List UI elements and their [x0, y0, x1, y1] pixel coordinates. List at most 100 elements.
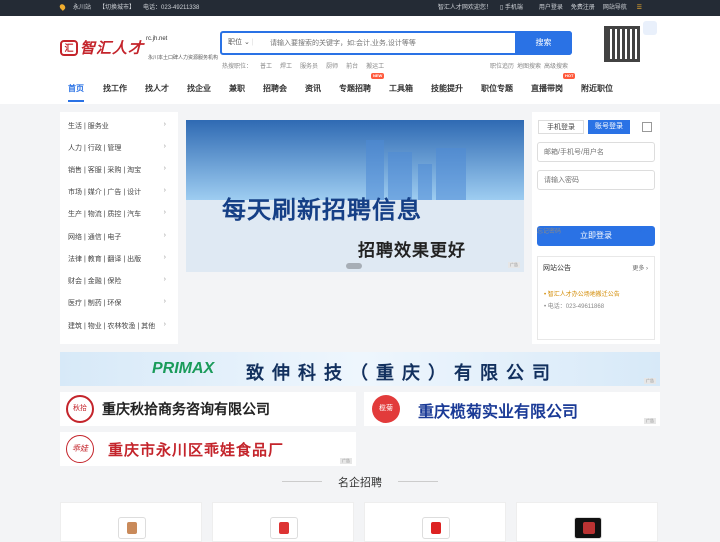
- company-card[interactable]: [516, 502, 658, 542]
- mobile-link[interactable]: ▯ 手机端: [500, 5, 531, 11]
- ad-tag: 广告: [644, 418, 656, 424]
- category-sidebar: 生活 | 服务业 › 人力 | 行政 | 管理 › 销售 | 客服 | 采购 | 淘…: [60, 112, 178, 344]
- category-item[interactable]: 财会 | 金融 | 保险 ›: [68, 276, 172, 288]
- category-item[interactable]: 法律 | 教育 | 翻译 | 出版 ›: [68, 254, 172, 266]
- chevron-right-icon: ›: [163, 254, 166, 261]
- nav-item-jobs[interactable]: 找工作: [103, 82, 127, 96]
- chevron-right-icon: ›: [163, 121, 166, 128]
- nav-item-talent[interactable]: 找人才: [145, 82, 169, 96]
- hot-searches: 热搜职位： 普工 焊工 服务员 厨师 前台 搬运工: [222, 61, 392, 70]
- category-item[interactable]: 建筑 | 物业 | 农林牧渔 | 其他 ›: [68, 321, 172, 333]
- category-item[interactable]: 医疗 | 制药 | 环保 ›: [68, 298, 172, 310]
- chevron-right-icon: ›: [163, 298, 166, 305]
- nav-item-skills[interactable]: 技能提升: [431, 82, 463, 96]
- notice-item[interactable]: • 电话：023-49611868: [544, 301, 604, 310]
- category-item[interactable]: 生产 | 物流 | 质控 | 汽车 ›: [68, 209, 172, 221]
- company-logo-icon: [279, 522, 289, 534]
- search-input[interactable]: [270, 36, 510, 50]
- hot-item[interactable]: 焊工: [280, 64, 292, 70]
- category-item[interactable]: 人力 | 行政 | 管理 ›: [68, 143, 172, 155]
- hot-badge: HOT: [563, 73, 576, 79]
- search-button[interactable]: 搜索: [515, 31, 572, 55]
- logo-mark-icon: 汇: [60, 40, 78, 56]
- site-logo[interactable]: 汇 智汇人才 rc.jh.net 永川本土口碑人力资源服务机构: [60, 34, 218, 74]
- site-nav-link[interactable]: 网站导航 ☰: [603, 5, 650, 11]
- user-login-link[interactable]: 用户登录: [539, 5, 563, 11]
- notice-title: 网站公告: [543, 265, 571, 272]
- nav-item-live[interactable]: 直播带岗 HOT: [531, 73, 576, 96]
- section-title-text: 名企招聘: [338, 477, 382, 489]
- free-register-link[interactable]: 免费注册: [571, 5, 595, 11]
- hero-banner[interactable]: 每天刷新招聘信息 招聘效果更好 广告: [186, 120, 524, 272]
- ad-tag: 广告: [340, 458, 352, 464]
- register-link[interactable]: 注册账号: [631, 226, 655, 235]
- ad-banner-guaiwa[interactable]: 乖娃 重庆市永川区乖娃食品厂 广告: [60, 432, 356, 466]
- notice-text: 智汇人才办公场地搬迁公告: [547, 292, 620, 298]
- company-logo: [270, 517, 298, 539]
- hot-item[interactable]: 搬运工: [366, 64, 384, 70]
- category-label: 建筑 | 物业 | 农林牧渔 | 其他: [68, 323, 156, 330]
- nav-item-job-topics[interactable]: 职位专题: [481, 82, 513, 96]
- site-nav-label: 网站导航: [602, 5, 627, 11]
- search-link[interactable]: 高级搜索: [544, 64, 568, 70]
- nav-item-nearby[interactable]: 附近职位: [581, 82, 613, 96]
- company-logo-icon: [431, 522, 441, 534]
- hot-item[interactable]: 普工: [260, 64, 272, 70]
- ad-banner-zhishen[interactable]: PRIMAX 致伸科技（重庆）有限公司 广告: [60, 352, 660, 386]
- notice-box: 网站公告 更多 › • 智汇人才办公场地搬迁公告 • 电话：023-496118…: [537, 256, 655, 340]
- nav-item-companies[interactable]: 找企业: [187, 82, 211, 96]
- ad-text: 致伸科技（重庆）有限公司: [246, 363, 558, 383]
- hot-item[interactable]: 服务员: [300, 64, 318, 70]
- famous-companies-title: 名企招聘: [0, 474, 720, 490]
- search-category-select[interactable]: 职位 ⌄ |: [228, 33, 254, 53]
- nav-item-special[interactable]: 专题招聘 NEW: [339, 73, 385, 96]
- qr-side-icon: [643, 21, 657, 35]
- nav-item-toolbox[interactable]: 工具箱: [389, 82, 413, 96]
- chevron-right-icon: ›: [163, 143, 166, 150]
- phone-text: 电话：023-49211338: [143, 5, 200, 11]
- switch-city-link[interactable]: 【切换城市】: [99, 5, 135, 11]
- banner-headline: 每天刷新招聘信息: [222, 197, 422, 224]
- carousel-dots[interactable]: [346, 263, 362, 269]
- category-item[interactable]: 市场 | 媒介 | 广告 | 设计 ›: [68, 187, 172, 199]
- notice-more-link[interactable]: 更多 ›: [632, 263, 648, 272]
- nav-item-home[interactable]: 首页: [68, 82, 84, 102]
- notice-item[interactable]: • 智汇人才办公场地搬迁公告: [544, 289, 620, 298]
- qiushi-logo: 秋拾: [66, 395, 94, 423]
- banner-subheadline: 招聘效果更好: [358, 241, 466, 260]
- chevron-right-icon: ›: [163, 165, 166, 172]
- category-label: 网络 | 通信 | 电子: [68, 234, 122, 241]
- company-card[interactable]: [364, 502, 506, 542]
- category-item[interactable]: 生活 | 服务业 ›: [68, 121, 172, 133]
- header: 汇 智汇人才 rc.jh.net 永川本土口碑人力资源服务机构 职位 ⌄ | 搜…: [0, 16, 720, 104]
- search-link[interactable]: 地图搜索: [517, 64, 541, 70]
- primax-logo: PRIMAX: [152, 360, 215, 377]
- company-card[interactable]: [60, 502, 202, 542]
- qr-code-icon: [604, 26, 640, 62]
- ad-banner-qiushi[interactable]: 秋拾 重庆秋拾商务咨询有限公司: [60, 392, 356, 426]
- category-label: 生活 | 服务业: [68, 123, 109, 130]
- new-badge: NEW: [371, 73, 385, 79]
- notice-text: 电话：023-49611868: [547, 304, 605, 310]
- search-link[interactable]: 职位追历: [490, 64, 514, 70]
- forgot-password-link[interactable]: 忘记密码: [537, 226, 561, 235]
- hot-item[interactable]: 前台: [346, 64, 358, 70]
- category-label: 市场 | 媒介 | 广告 | 设计: [68, 189, 142, 196]
- nav-item-parttime[interactable]: 兼职: [229, 82, 245, 96]
- logo-domain: rc.jh.net: [146, 36, 168, 42]
- ad-banner-lanju[interactable]: 榄菊 重庆榄菊实业有限公司 广告: [364, 392, 660, 426]
- search-category-label: 职位: [228, 39, 242, 46]
- category-item[interactable]: 网络 | 通信 | 电子 ›: [68, 232, 172, 244]
- category-label: 医疗 | 制药 | 环保: [68, 300, 122, 307]
- category-item[interactable]: 销售 | 客服 | 采购 | 淘宝 ›: [68, 165, 172, 177]
- company-card[interactable]: [212, 502, 354, 542]
- category-label: 财会 | 金融 | 保险: [68, 278, 122, 285]
- main-body: 生活 | 服务业 › 人力 | 行政 | 管理 › 销售 | 客服 | 采购 | 淘…: [60, 112, 660, 344]
- nav-item-job-fair[interactable]: 招聘会: [263, 82, 287, 96]
- ad-text: 重庆榄菊实业有限公司: [418, 404, 579, 421]
- hot-item[interactable]: 厨师: [326, 64, 338, 70]
- nav-item-news[interactable]: 资讯: [305, 82, 321, 96]
- guaiwa-logo: 乖娃: [66, 435, 94, 463]
- login-links: 忘记密码 注册账号: [537, 116, 655, 266]
- hot-label: 热搜职位：: [222, 64, 253, 70]
